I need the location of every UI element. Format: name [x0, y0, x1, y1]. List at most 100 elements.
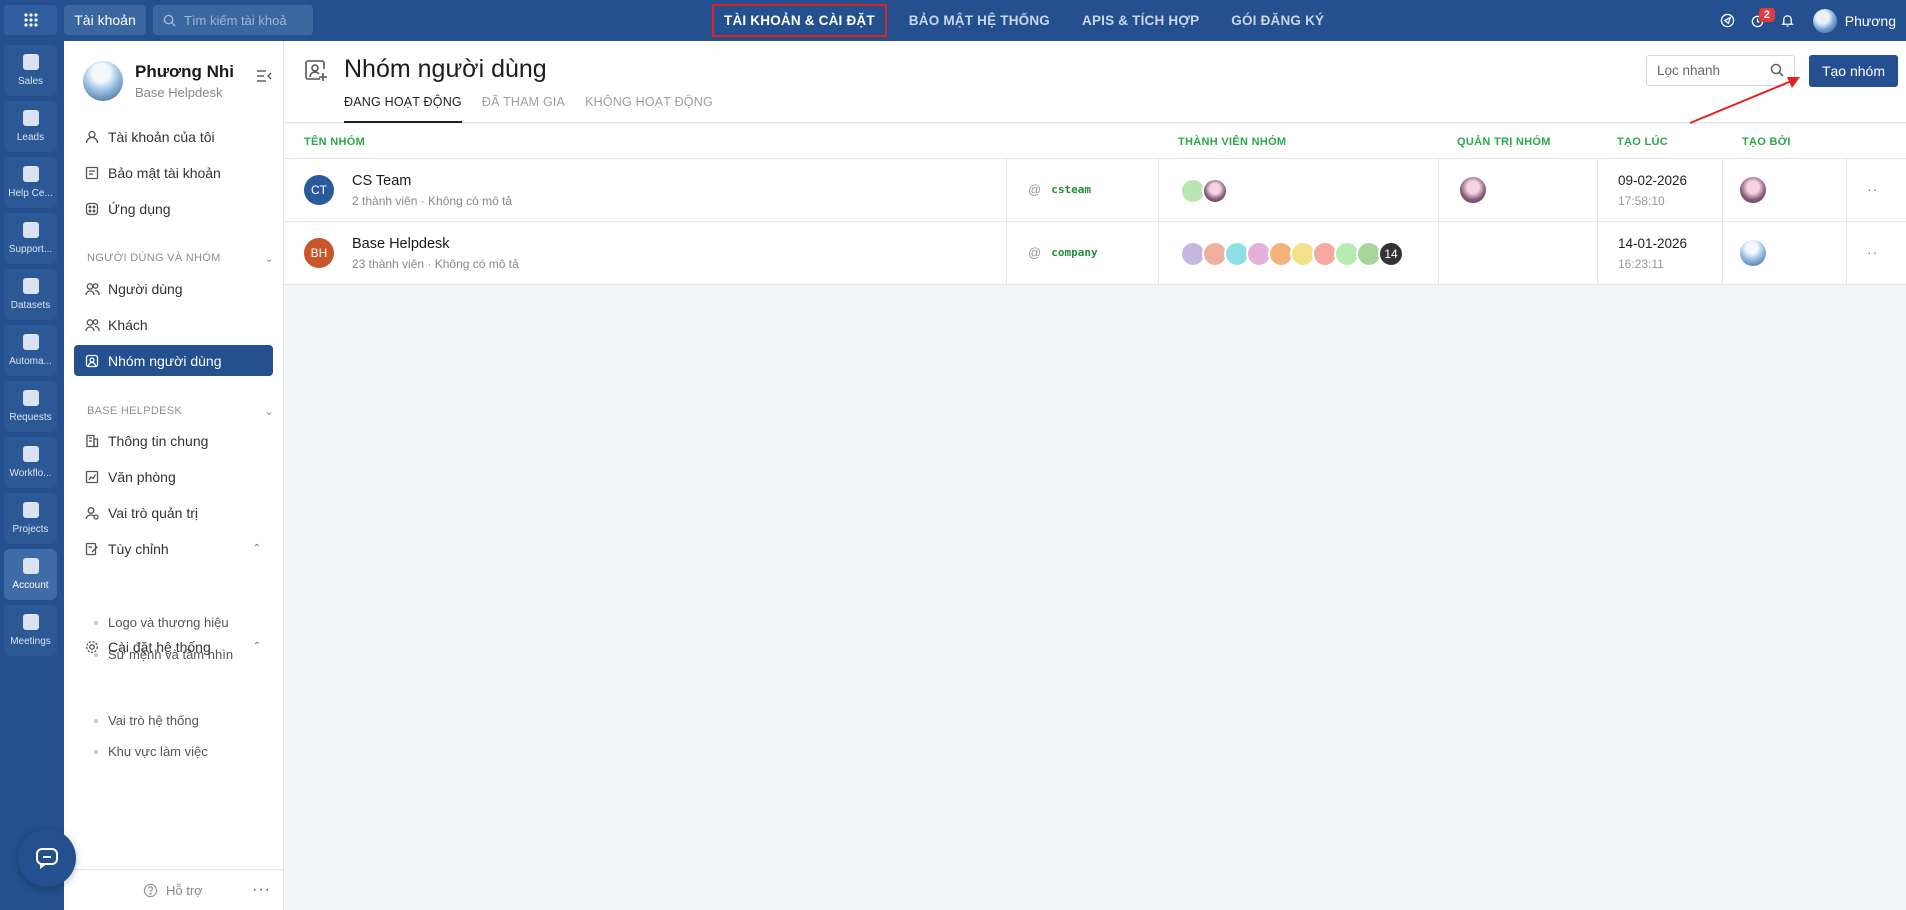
page-header: Nhóm người dùng ĐANG HOẠT ĐỘNG ĐÃ THAM G… [284, 41, 1906, 123]
group-avatar: BH [304, 238, 334, 268]
meetings-icon [22, 614, 39, 630]
handle-text: csteam [1051, 183, 1091, 196]
sidebar-item-users[interactable]: Người dùng [74, 273, 273, 304]
support-link[interactable]: Hỗ trợ [166, 883, 203, 898]
send-icon[interactable] [1713, 6, 1743, 36]
more-members-count[interactable]: 14 [1378, 241, 1404, 267]
account-switch-button[interactable]: Tài khoản [64, 5, 146, 35]
help-circle-icon [143, 883, 158, 897]
sidebar-item-label: Khách [108, 316, 148, 333]
sidebar-item-apps[interactable]: Ứng dụng [74, 193, 273, 224]
bell-icon[interactable] [1773, 6, 1803, 36]
datasets-icon [22, 278, 39, 294]
at-icon: @ [1028, 182, 1042, 197]
sidebar-sub-system-roles[interactable]: Vai trò hệ thống [94, 713, 199, 728]
requests-icon [22, 390, 39, 406]
user-avatar[interactable] [1812, 8, 1837, 33]
table-header: TÊN NHÓM THÀNH VIÊN NHÓM QUẢN TRỊ NHÓM T… [284, 124, 1906, 159]
help-center-icon [22, 166, 39, 182]
rail-automation[interactable]: Automa... [4, 325, 57, 376]
sidebar-item-my-account[interactable]: Tài khoản của tôi [74, 121, 273, 152]
user-name[interactable]: Phương [1845, 13, 1896, 29]
chat-fab-button[interactable] [18, 829, 76, 887]
rail-meetings[interactable]: Meetings [4, 605, 57, 656]
rail-label: Workflo... [9, 468, 52, 479]
create-group-button[interactable]: Tạo nhóm [1809, 55, 1898, 87]
sidebar-item-label: Nhóm người dùng [108, 352, 222, 369]
member-avatars[interactable]: 14 [1180, 241, 1404, 267]
rail-sales[interactable]: Sales [4, 45, 57, 96]
user-icon [84, 129, 100, 145]
col-created-at[interactable]: TẠO LÚC [1617, 136, 1668, 148]
rail-requests[interactable]: Requests [4, 381, 57, 432]
profile-block[interactable]: Phương Nhi Base Helpdesk [83, 61, 234, 101]
col-group-name[interactable]: TÊN NHÓM [304, 136, 365, 148]
user-role-icon [84, 505, 100, 521]
sidebar-item-guests[interactable]: Khách [74, 309, 273, 340]
sidebar-sub-label: Khu vực làm việc [108, 744, 208, 759]
at-icon: @ [1028, 245, 1042, 260]
group-name[interactable]: CS Team [352, 173, 411, 189]
sidebar-item-label: Cài đặt hệ thống [108, 638, 211, 655]
sidebar-item-admin-roles[interactable]: Vai trò quản trị [74, 497, 273, 528]
rail-support[interactable]: Support... [4, 213, 57, 264]
rail-projects[interactable]: Projects [4, 493, 57, 544]
tab-joined[interactable]: ĐÃ THAM GIA [482, 93, 565, 123]
rail-datasets[interactable]: Datasets [4, 269, 57, 320]
sidebar-item-account-security[interactable]: Bảo mật tài khoản [74, 157, 273, 188]
more-options-icon[interactable]: ··· [252, 881, 271, 899]
rail-account[interactable]: Account [4, 549, 57, 600]
sidebar-item-system-settings[interactable]: Cài đặt hệ thống ⌃ [74, 631, 273, 662]
chart-icon [84, 469, 100, 485]
page-title: Nhóm người dùng [344, 55, 547, 83]
sales-icon [22, 54, 39, 70]
col-admins: QUẢN TRỊ NHÓM [1457, 136, 1551, 148]
handle-text: company [1051, 246, 1098, 259]
member-avatars[interactable] [1180, 178, 1228, 204]
sidebar-sub-workspaces[interactable]: Khu vực làm việc [94, 744, 208, 759]
created-date: 14-01-2026 [1618, 236, 1688, 251]
sidebar-item-office[interactable]: Văn phòng [74, 461, 273, 492]
section-users-groups[interactable]: NGƯỜI DÙNG VÀ NHÓM ⌄ [87, 252, 274, 265]
account-icon [22, 558, 39, 574]
nav-account-settings[interactable]: TÀI KHOẢN & CÀI ĐẶT [712, 4, 887, 37]
table-row[interactable]: CT CS Team 2 thành viên · Không có mô tả… [284, 159, 1906, 222]
sidebar-sub-logo-brand[interactable]: Logo và thương hiệu [94, 615, 229, 630]
apps-grid-icon[interactable] [4, 5, 57, 35]
rail-help-center[interactable]: Help Ce... [4, 157, 57, 208]
sidebar-item-customize[interactable]: Tùy chỉnh ⌃ [74, 533, 273, 564]
sidebar-item-user-groups[interactable]: Nhóm người dùng [74, 345, 273, 376]
top-navigation: TÀI KHOẢN & CÀI ĐẶT BẢO MẬT HỆ THỐNG API… [712, 4, 1346, 37]
group-name[interactable]: Base Helpdesk [352, 236, 450, 252]
group-avatar: CT [304, 175, 334, 205]
rail-workflow[interactable]: Workflo... [4, 437, 57, 488]
row-more-icon[interactable]: ·· [1867, 181, 1878, 197]
chevron-down-icon: ⌄ [264, 253, 274, 265]
creator-avatar [1740, 240, 1766, 266]
creator-avatar [1740, 177, 1766, 203]
clock-icon[interactable]: 2 [1743, 6, 1775, 36]
nav-apis-integrations[interactable]: APIS & TÍCH HỢP [1072, 4, 1209, 37]
nav-subscription[interactable]: GÓI ĐĂNG KÝ [1221, 4, 1334, 37]
sidebar-item-label: Vai trò quản trị [108, 504, 199, 521]
table-row[interactable]: BH Base Helpdesk 23 thành viên · Không c… [284, 222, 1906, 285]
group-description: 23 thành viên · Không có mô tả [352, 257, 519, 271]
chat-icon [36, 848, 58, 869]
tab-inactive[interactable]: KHÔNG HOẠT ĐỘNG [585, 93, 713, 123]
created-time: 17:58:10 [1618, 194, 1665, 208]
collapse-sidebar-icon[interactable] [256, 69, 272, 86]
top-search-input[interactable]: Tìm kiếm tài khoả [153, 5, 313, 35]
chevron-up-icon: ⌃ [252, 543, 261, 554]
groups-table: TÊN NHÓM THÀNH VIÊN NHÓM QUẢN TRỊ NHÓM T… [284, 124, 1906, 285]
building-icon [84, 433, 100, 449]
col-created-by: TẠO BỞI [1742, 136, 1791, 148]
row-more-icon[interactable]: ·· [1867, 244, 1878, 260]
group-handle: @ company [1028, 245, 1098, 260]
rail-leads[interactable]: Leads [4, 101, 57, 152]
gear-icon [84, 639, 100, 655]
tab-active[interactable]: ĐANG HOẠT ĐỘNG [344, 93, 462, 123]
nav-system-security[interactable]: BẢO MẬT HỆ THỐNG [899, 4, 1060, 37]
sidebar-item-general-info[interactable]: Thông tin chung [74, 425, 273, 456]
annotation-arrow [1689, 77, 1800, 124]
section-base-helpdesk[interactable]: BASE HELPDESK ⌄ [87, 405, 274, 418]
